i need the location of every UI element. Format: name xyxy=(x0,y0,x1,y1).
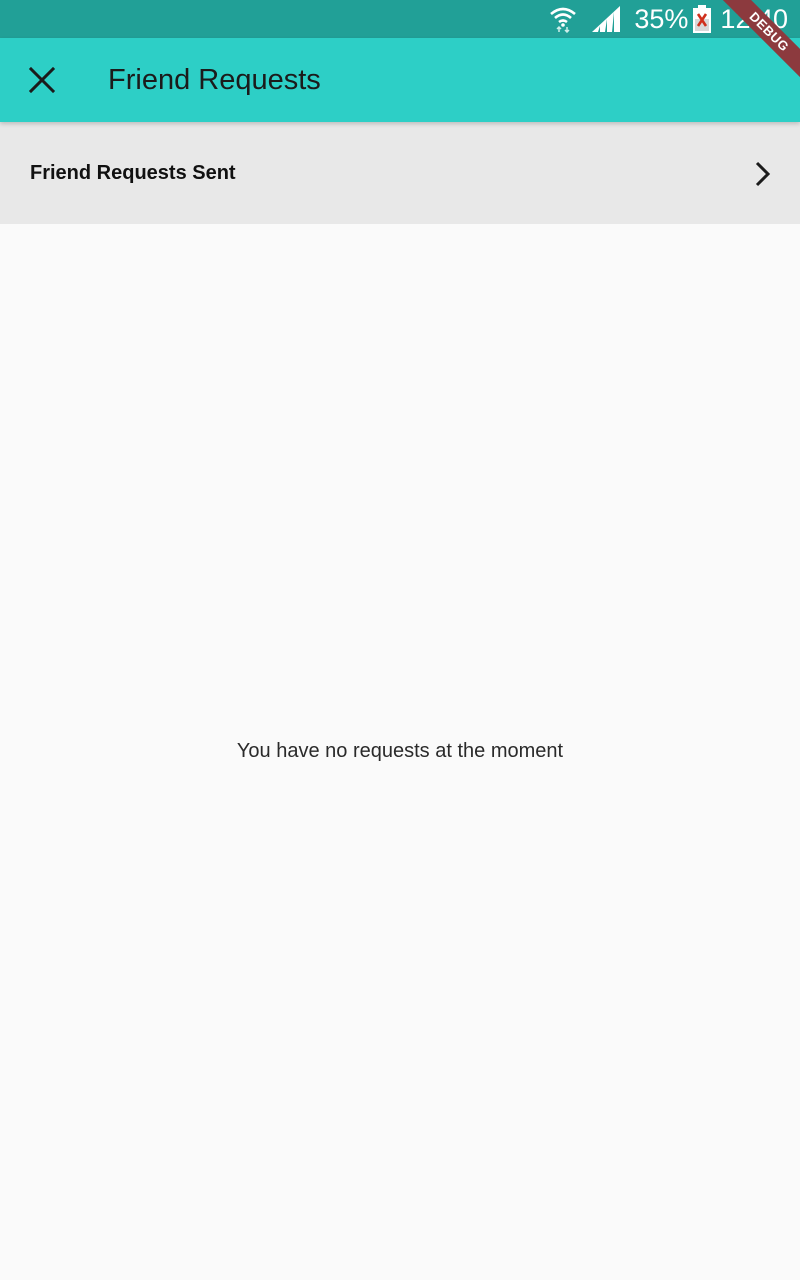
status-bar: 35% 12:40 xyxy=(0,0,800,38)
chevron-right-icon xyxy=(755,161,771,187)
friend-requests-sent-row[interactable]: Friend Requests Sent xyxy=(0,122,800,224)
wifi-icon xyxy=(550,7,577,33)
close-icon xyxy=(29,67,55,93)
empty-state-message: You have no requests at the moment xyxy=(236,740,564,762)
battery-percent: 35% xyxy=(634,4,689,34)
signal-icon xyxy=(592,6,621,32)
status-icons: 35% 12:40 xyxy=(548,0,788,38)
friend-requests-sent-label: Friend Requests Sent xyxy=(30,162,236,184)
clock: 12:40 xyxy=(720,4,788,34)
battery-icon xyxy=(693,5,712,33)
friend-requests-screen: 35% 12:40 Friend Requests Friend Request… xyxy=(0,0,800,1280)
close-button[interactable] xyxy=(14,52,70,108)
page-title: Friend Requests xyxy=(108,64,321,96)
app-bar: Friend Requests xyxy=(0,38,800,122)
